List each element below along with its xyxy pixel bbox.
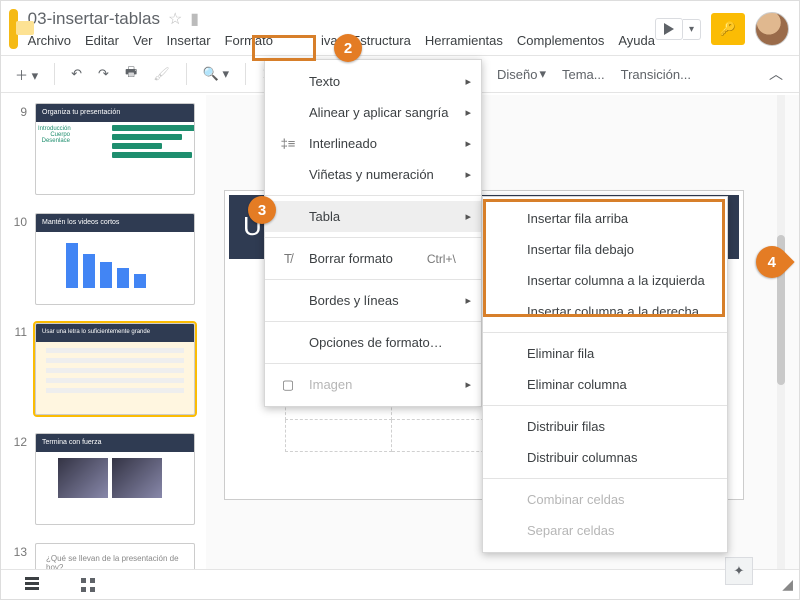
callout-badge-3: 3	[248, 196, 276, 224]
thumb-title: Usar una letra lo suficientemente grande	[36, 324, 194, 342]
menu-item-clear-format[interactable]: T̸Borrar formatoCtrl+\	[265, 243, 481, 274]
submenu-distribute-rows[interactable]: Distribuir filas	[483, 411, 727, 442]
thumb-number: 13	[9, 543, 27, 559]
menu-tools[interactable]: Herramientas	[425, 31, 503, 50]
menu-file[interactable]: Archivo	[28, 31, 71, 50]
submenu-merge-cells: Combinar celdas	[483, 484, 727, 515]
thumbnail-13[interactable]: 13 ¿Qué se llevan de la presentación de …	[9, 543, 198, 569]
thumb-number: 11	[9, 323, 27, 339]
redo-button[interactable]: ↷	[94, 62, 113, 86]
submenu-delete-row[interactable]: Eliminar fila	[483, 338, 727, 369]
image-icon: ▢	[279, 377, 297, 393]
present-dropdown[interactable]: ▾	[683, 19, 701, 40]
zoom-button[interactable]: 🔍 ▾	[199, 62, 233, 86]
thumbnail-9[interactable]: 9 Organiza tu presentación IntroducciónC…	[9, 103, 198, 195]
account-avatar[interactable]	[755, 12, 789, 46]
shortcut-label: Ctrl+\	[403, 252, 456, 266]
folder-icon[interactable]: ▮	[190, 9, 199, 29]
menu-addons[interactable]: Complementos	[517, 31, 604, 50]
menu-item-format-options[interactable]: Opciones de formato…	[265, 327, 481, 358]
thumb-title: Mantén los videos cortos	[36, 214, 194, 232]
menu-item-text[interactable]: Texto	[265, 66, 481, 97]
share-button[interactable]: 🔑	[711, 13, 745, 45]
star-icon[interactable]: ☆	[168, 9, 182, 29]
menu-item-image: ▢Imagen	[265, 369, 481, 400]
clear-format-icon: T̸	[279, 251, 297, 266]
status-bar	[1, 569, 799, 599]
submenu-insert-col-left[interactable]: Insertar columna a la izquierda	[483, 265, 727, 296]
slide-thumbnails-panel[interactable]: 9 Organiza tu presentación IntroducciónC…	[1, 95, 206, 569]
print-button[interactable]: 🖶	[121, 59, 141, 89]
menu-edit[interactable]: Editar	[85, 31, 119, 50]
menu-format[interactable]: Formato	[225, 31, 273, 50]
document-title[interactable]: 03-insertar-tablas	[28, 9, 160, 29]
title-bar: 03-insertar-tablas ☆ ▮ Archivo Editar Ve…	[1, 1, 799, 55]
undo-button[interactable]: ↶	[67, 62, 86, 86]
transition-button[interactable]: Transición...	[617, 63, 695, 86]
menu-item-borders[interactable]: Bordes y líneas	[265, 285, 481, 316]
play-icon	[664, 23, 674, 35]
submenu-split-cells: Separar celdas	[483, 515, 727, 546]
submenu-insert-col-right[interactable]: Insertar columna a la derecha	[483, 296, 727, 327]
present-button[interactable]	[655, 18, 683, 40]
lock-icon: 🔑	[720, 21, 736, 37]
theme-button[interactable]: Tema...	[558, 63, 609, 86]
thumbnail-10[interactable]: 10 Mantén los videos cortos	[9, 213, 198, 305]
explore-button[interactable]: ✦	[725, 557, 753, 585]
resize-corner-icon: ◢	[782, 576, 793, 593]
canvas-scrollbar[interactable]	[777, 95, 785, 569]
thumbnail-11[interactable]: 11 Usar una letra lo suficientemente gra…	[9, 323, 198, 415]
paint-format-button[interactable]: 🖌	[149, 62, 174, 86]
menu-item-table[interactable]: Tabla	[265, 201, 481, 232]
collapse-toolbar-icon[interactable]: ︿	[769, 64, 789, 84]
submenu-insert-row-above[interactable]: Insertar fila arriba	[483, 203, 727, 234]
new-slide-button[interactable]: ＋ ▾	[11, 61, 42, 88]
thumb-title: Organiza tu presentación	[36, 104, 194, 122]
submenu-distribute-cols[interactable]: Distribuir columnas	[483, 442, 727, 473]
slides-app-icon[interactable]	[9, 9, 18, 49]
grid-view-icon[interactable]	[81, 578, 95, 592]
submenu-delete-col[interactable]: Eliminar columna	[483, 369, 727, 400]
menu-view[interactable]: Ver	[133, 31, 153, 50]
format-dropdown: Texto Alinear y aplicar sangría ‡≡Interl…	[264, 59, 482, 407]
menu-item-bullets[interactable]: Viñetas y numeración	[265, 159, 481, 190]
line-spacing-icon: ‡≡	[279, 136, 297, 151]
table-submenu: Insertar fila arriba Insertar fila debaj…	[482, 196, 728, 553]
filmstrip-view-icon[interactable]	[25, 577, 39, 592]
menu-item-align[interactable]: Alinear y aplicar sangría	[265, 97, 481, 128]
menu-help[interactable]: Ayuda	[618, 31, 655, 50]
thumb-title: ¿Qué se llevan de la presentación de hoy…	[36, 544, 194, 569]
thumb-number: 12	[9, 433, 27, 449]
callout-badge-2: 2	[334, 34, 362, 62]
menu-insert[interactable]: Insertar	[167, 31, 211, 50]
menu-item-line-spacing[interactable]: ‡≡Interlineado	[265, 128, 481, 159]
thumb-number: 10	[9, 213, 27, 229]
thumb-number: 9	[9, 103, 27, 119]
submenu-insert-row-below[interactable]: Insertar fila debajo	[483, 234, 727, 265]
design-button[interactable]: Diseño ▾	[493, 62, 550, 86]
thumbnail-12[interactable]: 12 Termina con fuerza	[9, 433, 198, 525]
thumb-title: Termina con fuerza	[36, 434, 194, 452]
